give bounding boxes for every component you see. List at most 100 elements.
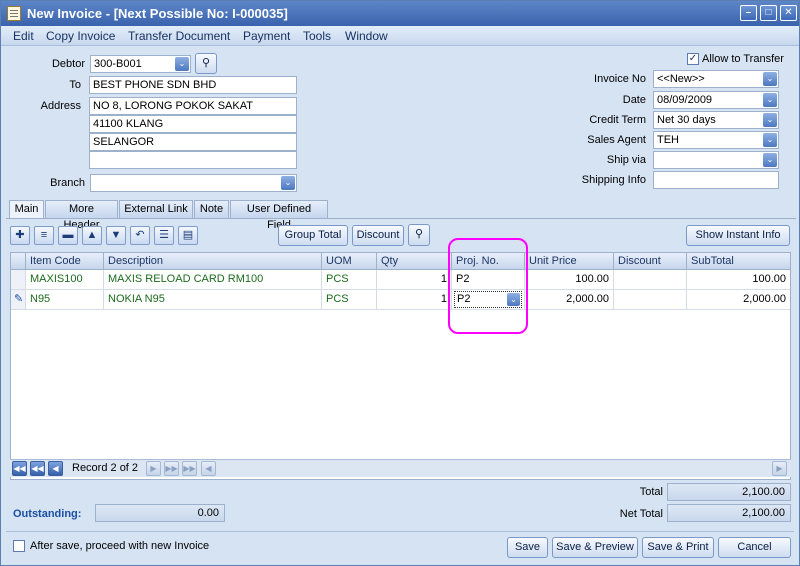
item-search-button[interactable]: ⚲: [408, 224, 430, 246]
cell-description[interactable]: MAXIS RELOAD CARD RM100: [104, 270, 322, 290]
cell-subtotal[interactable]: 100.00: [687, 270, 790, 290]
address-line-1[interactable]: NO 8, LORONG POKOK SAKAT: [89, 97, 297, 115]
allow-transfer-checkbox[interactable]: ✓: [687, 53, 699, 65]
record-navigator: ◀◀ ◀◀ ◀ Record 2 of 2 ▶ ▶▶ ▶▶ ◀ ▶: [10, 459, 791, 477]
first-record-icon[interactable]: ◀◀: [12, 461, 27, 476]
menu-transfer-document[interactable]: Transfer Document: [128, 29, 230, 43]
scroll-left-icon[interactable]: ◀: [201, 461, 216, 476]
invoice-no-label: Invoice No: [594, 73, 646, 85]
branch-select[interactable]: ⌄: [90, 174, 297, 192]
edit-pencil-icon[interactable]: ✎: [11, 290, 26, 310]
move-up-icon[interactable]: ▲: [82, 226, 102, 245]
list-icon[interactable]: ☰: [154, 226, 174, 245]
debtor-search-button[interactable]: ⚲: [195, 53, 217, 74]
chevron-down-icon[interactable]: ⌄: [281, 176, 295, 190]
total-value: 2,100.00: [667, 483, 791, 501]
menu-payment[interactable]: Payment: [243, 29, 290, 43]
col-description[interactable]: Description: [104, 253, 322, 270]
row-indicator[interactable]: [11, 270, 26, 290]
scroll-right-icon[interactable]: ▶: [772, 461, 787, 476]
save-print-button[interactable]: Save & Print: [642, 537, 714, 558]
cell-uom[interactable]: PCS: [322, 270, 377, 290]
col-discount[interactable]: Discount: [614, 253, 687, 270]
ship-via-select[interactable]: ⌄: [653, 151, 779, 169]
address-line-2[interactable]: 41100 KLANG: [89, 115, 297, 133]
minimize-icon[interactable]: –: [740, 5, 757, 21]
col-unit-price[interactable]: Unit Price: [525, 253, 614, 270]
cell-uom[interactable]: PCS: [322, 290, 377, 310]
col-subtotal[interactable]: SubTotal: [687, 253, 790, 270]
menu-tools[interactable]: Tools: [303, 29, 331, 43]
cell-item-code[interactable]: MAXIS100: [26, 270, 104, 290]
save-button[interactable]: Save: [507, 537, 548, 558]
tab-more-header[interactable]: More Header: [45, 200, 118, 231]
next-record-icon[interactable]: ▶: [146, 461, 161, 476]
move-down-icon[interactable]: ▼: [106, 226, 126, 245]
detail-icon[interactable]: ▤: [178, 226, 198, 245]
menu-edit[interactable]: Edit: [13, 29, 34, 43]
show-instant-info-button[interactable]: Show Instant Info: [686, 225, 790, 246]
add-row-icon[interactable]: ✚: [10, 226, 30, 245]
sales-agent-select[interactable]: TEH ⌄: [653, 131, 779, 149]
tab-note[interactable]: Note: [194, 200, 229, 218]
proj-no-highlight: [448, 238, 528, 334]
next-page-icon[interactable]: ▶▶: [164, 461, 179, 476]
outstanding-value: 0.00: [95, 504, 225, 522]
date-value: 08/09/2009: [657, 94, 713, 106]
chevron-down-icon[interactable]: ⌄: [763, 153, 777, 167]
cell-item-code[interactable]: N95: [26, 290, 104, 310]
chevron-down-icon[interactable]: ⌄: [175, 57, 189, 71]
cell-unit-price[interactable]: 100.00: [525, 270, 614, 290]
tab-external-link[interactable]: External Link: [119, 200, 193, 218]
undo-icon[interactable]: ↶: [130, 226, 150, 245]
cell-qty[interactable]: 1: [377, 290, 452, 310]
previous-record-icon[interactable]: ◀: [48, 461, 63, 476]
col-item-code[interactable]: Item Code: [26, 253, 104, 270]
menu-copy-invoice[interactable]: Copy Invoice: [46, 29, 115, 43]
cell-description[interactable]: NOKIA N95: [104, 290, 322, 310]
tab-user-defined-field[interactable]: User Defined Field: [230, 200, 328, 231]
insert-row-icon[interactable]: ≡: [34, 226, 54, 245]
debtor-select[interactable]: 300-B001 ⌄: [90, 55, 191, 73]
proceed-new-invoice-checkbox[interactable]: [13, 540, 25, 552]
tab-main[interactable]: Main: [9, 200, 44, 219]
address-line-3[interactable]: SELANGOR: [89, 133, 297, 151]
outstanding-label: Outstanding:: [13, 508, 82, 520]
debtor-value: 300-B001: [94, 58, 142, 70]
shipping-info-field[interactable]: [653, 171, 779, 189]
branch-label: Branch: [50, 177, 85, 189]
chevron-down-icon[interactable]: ⌄: [763, 72, 777, 86]
to-field[interactable]: BEST PHONE SDN BHD: [89, 76, 297, 94]
address-line-4[interactable]: [89, 151, 297, 169]
date-field[interactable]: 08/09/2009 ⌄: [653, 91, 779, 109]
title-bar: New Invoice - [Next Possible No: I-00003…: [1, 1, 799, 26]
col-qty[interactable]: Qty: [377, 253, 452, 270]
document-icon: [7, 6, 21, 21]
close-icon[interactable]: ✕: [780, 5, 797, 21]
last-record-icon[interactable]: ▶▶: [182, 461, 197, 476]
cell-qty[interactable]: 1: [377, 270, 452, 290]
menu-window[interactable]: Window: [345, 29, 388, 43]
chevron-down-icon[interactable]: ⌄: [763, 113, 777, 127]
delete-row-icon[interactable]: ▬: [58, 226, 78, 245]
col-uom[interactable]: UOM: [322, 253, 377, 270]
window-title: New Invoice - [Next Possible No: I-00003…: [27, 6, 288, 21]
discount-button[interactable]: Discount: [352, 225, 404, 246]
chevron-down-icon[interactable]: ⌄: [763, 133, 777, 147]
save-preview-button[interactable]: Save & Preview: [552, 537, 638, 558]
cell-subtotal[interactable]: 2,000.00: [687, 290, 790, 310]
credit-term-select[interactable]: Net 30 days ⌄: [653, 111, 779, 129]
maximize-icon[interactable]: □: [760, 5, 777, 21]
group-total-button[interactable]: Group Total: [278, 225, 348, 246]
invoice-no-select[interactable]: <<New>> ⌄: [653, 70, 779, 88]
cell-discount[interactable]: [614, 290, 687, 310]
address-line-2-text: 41100 KLANG: [93, 118, 164, 130]
cell-unit-price[interactable]: 2,000.00: [525, 290, 614, 310]
proceed-new-invoice-label: After save, proceed with new Invoice: [30, 540, 210, 552]
previous-page-icon[interactable]: ◀◀: [30, 461, 45, 476]
date-label: Date: [622, 94, 646, 106]
search-icon: ⚲: [414, 228, 424, 240]
chevron-down-icon[interactable]: ⌄: [763, 93, 777, 107]
cancel-button[interactable]: Cancel: [718, 537, 791, 558]
cell-discount[interactable]: [614, 270, 687, 290]
